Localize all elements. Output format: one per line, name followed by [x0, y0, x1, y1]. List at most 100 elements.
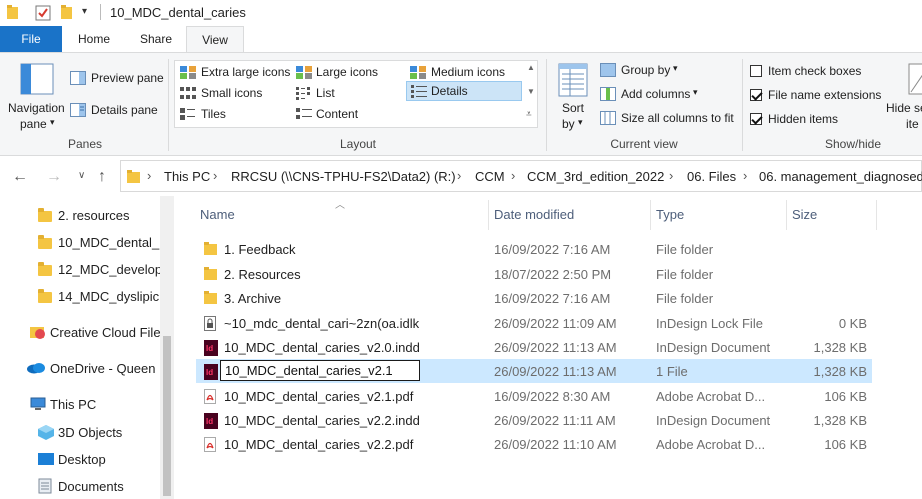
layout-details[interactable]: Details — [406, 81, 522, 101]
nav-item-label: 14_MDC_dyslipic — [58, 289, 160, 304]
file-type: File folder — [656, 291, 714, 306]
properties-icon[interactable] — [34, 4, 52, 25]
back-arrow-icon[interactable]: ← — [12, 168, 28, 186]
tab-file[interactable]: File — [0, 26, 62, 52]
nav-item-dental[interactable]: 10_MDC_dental_ — [0, 230, 160, 254]
chevron-down-icon: ▾ — [578, 117, 583, 127]
breadcrumb-files[interactable]: 06. Files — [687, 169, 736, 184]
hidden-items-toggle[interactable]: Hidden items — [750, 111, 880, 129]
item-check-boxes-toggle[interactable]: Item check boxes — [750, 63, 880, 81]
file-name-extensions-checkbox[interactable] — [750, 89, 762, 101]
nav-item-documents[interactable]: Documents — [0, 474, 160, 498]
layout-list[interactable]: List — [294, 84, 404, 104]
navigation-pane-label: Navigation — [8, 101, 65, 115]
layout-tiles[interactable]: Tiles — [178, 105, 290, 125]
file-row[interactable]: 3. Archive 16/09/2022 7:16 AM File folde… — [196, 286, 872, 310]
preview-pane-button[interactable]: Preview pane — [70, 69, 164, 89]
breadcrumb-rrcsu[interactable]: RRCSU (\\CNS-TPHU-FS2\Data2) (R:) — [231, 169, 456, 184]
file-type: InDesign Document — [656, 340, 771, 355]
breadcrumb-this-pc[interactable]: This PC — [164, 169, 210, 184]
details-pane-label: Details pane — [91, 103, 158, 117]
up-arrow-icon[interactable]: ↑ — [98, 168, 106, 186]
tab-view[interactable]: View — [186, 26, 244, 53]
list-icon — [296, 87, 312, 103]
breadcrumb-separator-icon[interactable]: › — [669, 168, 673, 183]
size-columns-icon — [600, 111, 616, 128]
svg-text:Id: Id — [206, 368, 213, 377]
extra-large-icons-icon — [180, 66, 196, 82]
breadcrumb-management-diagnosed[interactable]: 06. management_diagnosed — [759, 169, 922, 184]
file-name-extensions-toggle[interactable]: File name extensions — [750, 87, 885, 105]
breadcrumb-separator-icon[interactable]: › — [511, 168, 515, 183]
layout-large-icons[interactable]: Large icons — [294, 63, 404, 83]
column-header-date-modified[interactable]: Date modified — [494, 207, 574, 222]
nav-item-this-pc[interactable]: This PC — [0, 392, 160, 416]
details-icon — [411, 85, 427, 101]
size-all-columns-button[interactable]: Size all columns to fit — [600, 109, 740, 129]
scrollbar-thumb[interactable] — [163, 336, 171, 496]
file-date: 26/09/2022 11:10 AM — [494, 437, 617, 452]
file-row[interactable]: 2. Resources 18/07/2022 2:50 PM File fol… — [196, 262, 872, 286]
rename-input[interactable]: 10_MDC_dental_caries_v2.1 — [220, 360, 420, 381]
nav-item-3d-objects[interactable]: 3D Objects — [0, 420, 160, 444]
tab-home[interactable]: Home — [62, 26, 126, 52]
column-divider[interactable] — [488, 200, 489, 230]
forward-arrow-icon[interactable]: → — [46, 168, 62, 186]
tab-share[interactable]: Share — [126, 26, 186, 52]
file-row[interactable]: Id 10_MDC_dental_caries_v2.0.indd 26/09/… — [196, 335, 872, 359]
customize-toolbar-icon[interactable]: ▾ — [82, 6, 87, 17]
breadcrumb-separator-icon[interactable]: › — [457, 168, 461, 183]
nav-item-label: 12_MDC_develop — [58, 262, 160, 277]
new-folder-icon[interactable] — [60, 4, 74, 23]
breadcrumb-ccm[interactable]: CCM — [475, 169, 505, 184]
layout-gallery-scroll[interactable]: ▲ ▼ ⩡ — [524, 61, 538, 127]
column-divider[interactable] — [786, 200, 787, 230]
recent-locations-icon[interactable]: ∨ — [78, 170, 85, 181]
breadcrumb-separator-icon[interactable]: › — [147, 168, 151, 183]
hidden-items-checkbox[interactable] — [750, 113, 762, 125]
layout-medium-icons[interactable]: Medium icons — [408, 63, 520, 83]
column-header-name[interactable]: Name — [200, 207, 235, 222]
column-divider[interactable] — [876, 200, 877, 230]
file-row[interactable]: 10_MDC_dental_caries_v2.2.pdf 26/09/2022… — [196, 432, 872, 456]
navigation-pane-scrollbar[interactable] — [160, 196, 174, 499]
group-by-button[interactable]: Group by ▾ — [600, 61, 700, 81]
add-columns-button[interactable]: Add columns ▾ — [600, 85, 710, 105]
file-row[interactable]: 10_MDC_dental_caries_v2.1.pdf 16/09/2022… — [196, 384, 872, 408]
hide-selected-items-button[interactable]: Hide se ite — [886, 59, 922, 133]
file-row[interactable]: Id 10_MDC_dental_caries_v2.2.indd 26/09/… — [196, 408, 872, 432]
column-header-size[interactable]: Size — [792, 207, 817, 222]
nav-item-resources[interactable]: 2. resources — [0, 203, 160, 227]
file-row[interactable]: 1. Feedback 16/09/2022 7:16 AM File fold… — [196, 237, 872, 261]
folder-icon — [204, 242, 218, 258]
breadcrumb-separator-icon[interactable]: › — [743, 168, 747, 183]
navigation-pane-button[interactable]: Navigation pane ▾ — [6, 59, 68, 133]
details-pane-button[interactable]: Details pane — [70, 101, 164, 121]
layout-small-icons[interactable]: Small icons — [178, 84, 290, 104]
file-size: 106 KB — [824, 437, 867, 452]
nav-item-onedrive[interactable]: OneDrive - Queen — [0, 356, 160, 380]
breadcrumb-separator-icon[interactable]: › — [213, 168, 217, 183]
sort-by-label: Sort — [562, 101, 585, 115]
column-divider[interactable] — [650, 200, 651, 230]
nav-item-creative-cloud[interactable]: Creative Cloud File — [0, 320, 160, 344]
nav-item-desktop[interactable]: Desktop — [0, 447, 160, 471]
layout-content[interactable]: Content — [294, 105, 404, 125]
title-bar: ▾ 10_MDC_dental_caries — [0, 0, 922, 26]
file-type: File folder — [656, 242, 714, 257]
group-by-label: Group by — [621, 63, 671, 77]
indesign-icon: Id — [204, 340, 218, 359]
sort-by-button[interactable]: Sort by ▾ — [554, 59, 594, 133]
file-row[interactable]: ~10_mdc_dental_cari~2zn(oa.idlk 26/09/20… — [196, 311, 872, 335]
layout-extra-large-icons[interactable]: Extra large icons — [178, 63, 290, 83]
item-check-boxes-checkbox[interactable] — [750, 65, 762, 77]
cube-icon — [38, 425, 54, 443]
nav-item-develop[interactable]: 12_MDC_develop — [0, 257, 160, 281]
folder-icon — [38, 208, 52, 222]
extra-large-icons-label: Extra large icons — [201, 65, 291, 79]
breadcrumb-ccm-3rd-edition[interactable]: CCM_3rd_edition_2022 — [527, 169, 664, 184]
file-row-selected[interactable]: Id 10_MDC_dental_caries_v2.1 26/09/2022 … — [196, 359, 872, 383]
nav-item-dyslipid[interactable]: 14_MDC_dyslipic — [0, 284, 160, 308]
column-header-type[interactable]: Type — [656, 207, 684, 222]
address-bar[interactable]: › This PC › RRCSU (\\CNS-TPHU-FS2\Data2)… — [120, 160, 922, 192]
